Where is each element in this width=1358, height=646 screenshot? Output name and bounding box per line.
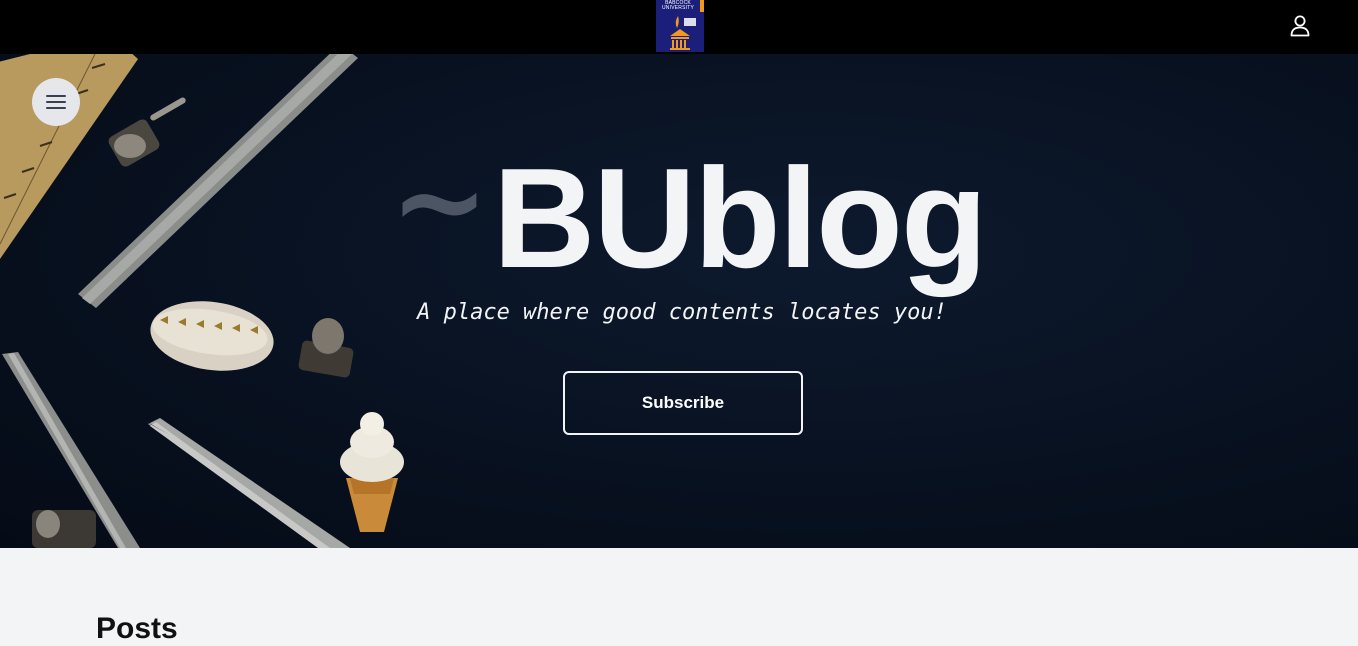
babcock-university-logo[interactable]: BABCOCK UNIVERSITY — [656, 0, 704, 52]
user-icon — [1290, 15, 1310, 37]
hamburger-menu-button[interactable] — [32, 78, 80, 126]
brand-tilde: ~ — [390, 132, 489, 270]
posts-section-title: Posts — [96, 612, 178, 645]
site-brand: ~ BUblog — [390, 139, 988, 298]
hero-tagline: A place where good contents locates you! — [417, 300, 947, 325]
hero-banner: ~ BUblog A place where good contents loc… — [0, 54, 1358, 548]
menu-icon — [46, 95, 66, 109]
ice-cream-illustration — [340, 412, 404, 532]
binder-clip-illustration — [108, 97, 186, 167]
binder-clip-illustration-3 — [32, 510, 96, 548]
brand-name: BUblog — [492, 139, 988, 298]
university-building-icon — [670, 16, 696, 50]
subscribe-button[interactable]: Subscribe — [563, 371, 803, 435]
binder-clip-illustration-2 — [298, 318, 354, 378]
pencil-illustration — [78, 54, 358, 308]
user-account-button[interactable] — [1284, 10, 1316, 42]
top-navbar: BABCOCK UNIVERSITY — [0, 0, 1358, 54]
